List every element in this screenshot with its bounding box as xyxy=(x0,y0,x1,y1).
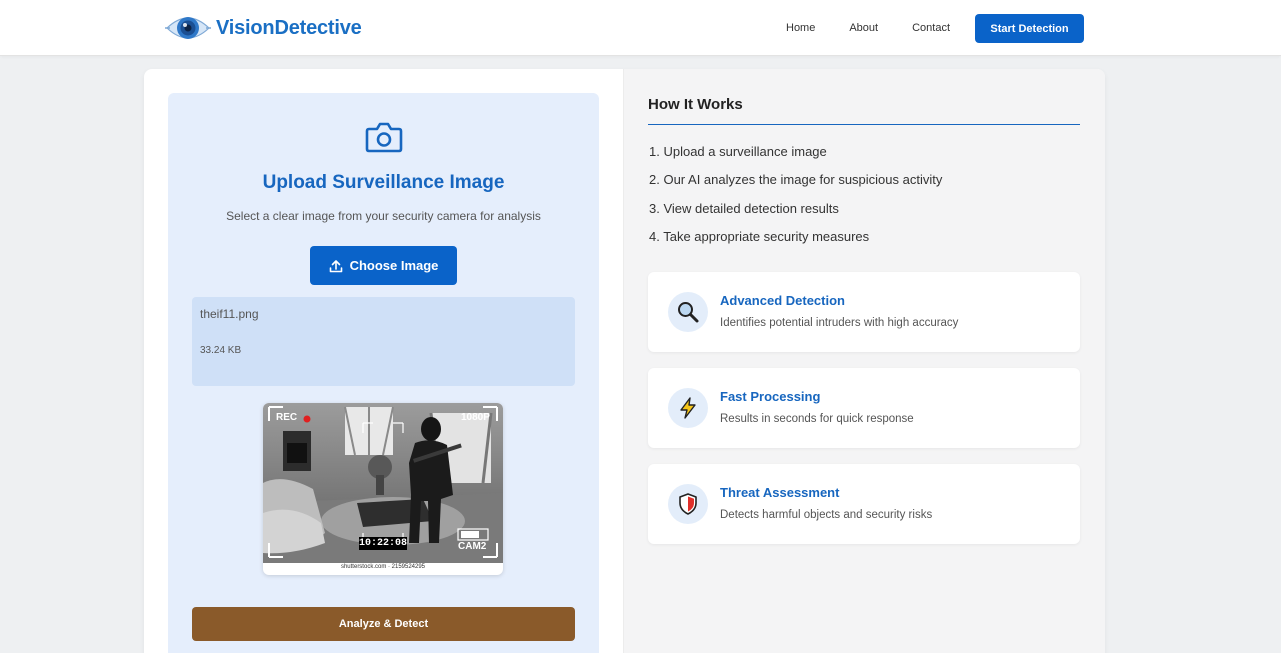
camera-icon xyxy=(365,122,403,153)
feature-desc: Results in seconds for quick response xyxy=(720,413,914,425)
upload-panel: Upload Surveillance Image Select a clear… xyxy=(168,93,599,653)
file-name: theif11.png xyxy=(200,307,259,321)
upload-title: Upload Surveillance Image xyxy=(262,172,505,193)
main-card: Upload Surveillance Image Select a clear… xyxy=(144,69,1105,653)
choose-image-button[interactable]: Choose Image xyxy=(310,246,457,285)
nav-links: Home About Contact xyxy=(786,14,984,42)
rec-dot xyxy=(303,415,311,423)
upload-subtitle: Select a clear image from your security … xyxy=(226,209,541,223)
nav-home-link[interactable]: Home xyxy=(786,22,815,34)
step-item: 1. Upload a surveillance image xyxy=(649,144,827,159)
selected-file-info: theif11.png 33.24 KB xyxy=(192,297,575,386)
brand-name: VisionDetective xyxy=(216,16,362,39)
camera-label: CAM2 xyxy=(458,541,487,552)
feature-card-fast-processing: Fast Processing Results in seconds for q… xyxy=(648,368,1080,448)
analyze-detect-button[interactable]: Analyze & Detect xyxy=(192,607,575,641)
rec-label: REC xyxy=(276,412,298,423)
step-item: 3. View detailed detection results xyxy=(649,200,839,216)
image-preview: REC 1080P 10:22:08 CAM2 shutterstock.com… xyxy=(263,403,503,575)
step-item: 2. Our AI analyzes the image for suspici… xyxy=(649,172,943,188)
timestamp-label: 10:22:08 xyxy=(359,538,408,549)
image-watermark: shutterstock.com · 2159524295 xyxy=(340,564,426,570)
steps-list: 1. Upload a surveillance image 2. Our AI… xyxy=(649,143,942,257)
feature-title: Fast Processing xyxy=(720,389,821,404)
feature-title: Advanced Detection xyxy=(720,293,845,308)
magnifier-icon xyxy=(678,302,699,323)
lightning-icon xyxy=(680,397,696,419)
top-navbar: VisionDetective Home About Contact Start… xyxy=(0,0,1281,56)
start-detection-button[interactable]: Start Detection xyxy=(975,14,1084,43)
eye-logo-icon xyxy=(165,17,211,39)
file-size: 33.24 KB xyxy=(200,345,242,356)
upload-icon xyxy=(329,259,342,272)
feature-card-threat-assessment: Threat Assessment Detects harmful object… xyxy=(648,464,1080,544)
feature-title: Threat Assessment xyxy=(720,485,840,500)
brand[interactable]: VisionDetective xyxy=(165,10,362,46)
how-it-works-title: How It Works xyxy=(648,96,743,113)
feature-card-advanced-detection: Advanced Detection Identifies potential … xyxy=(648,272,1080,352)
resolution-label: 1080P xyxy=(461,412,490,423)
title-divider xyxy=(648,124,1080,125)
nav-about-link[interactable]: About xyxy=(849,22,878,34)
feature-desc: Identifies potential intruders with high… xyxy=(720,317,959,329)
step-item: 4. Take appropriate security measures xyxy=(649,229,870,245)
shield-icon xyxy=(679,493,697,515)
nav-contact-link[interactable]: Contact xyxy=(912,22,950,34)
choose-image-label: Choose Image xyxy=(349,258,439,273)
feature-desc: Detects harmful objects and security ris… xyxy=(720,509,933,521)
